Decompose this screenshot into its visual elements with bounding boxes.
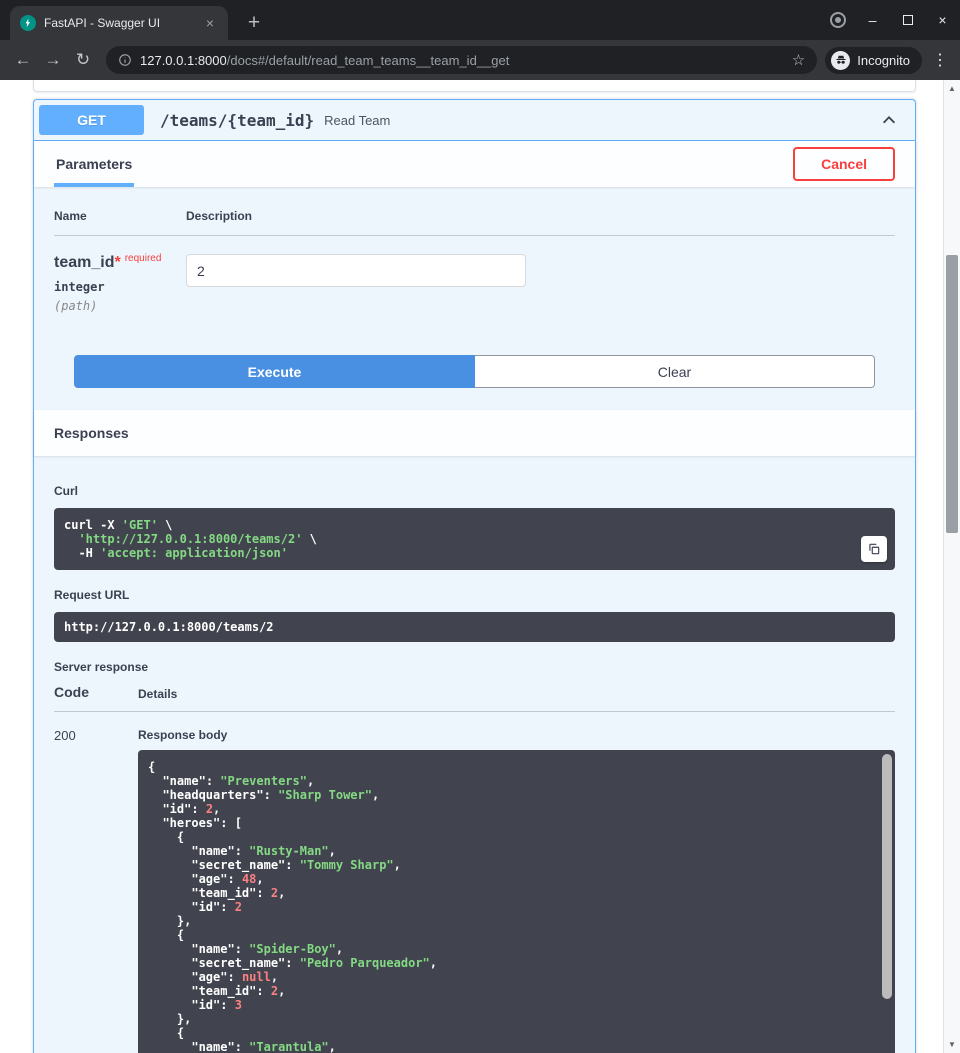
endpoint-path: /teams/{team_id}	[160, 111, 314, 130]
incognito-icon	[831, 51, 850, 70]
required-asterisk: *	[114, 254, 120, 271]
cancel-button[interactable]: Cancel	[793, 147, 895, 181]
scrollbar-up-arrow-icon[interactable]: ▲	[944, 84, 960, 93]
new-tab-button[interactable]: +	[242, 11, 266, 35]
collapse-chevron-icon[interactable]	[880, 111, 898, 129]
parameter-type: integer	[54, 280, 186, 294]
column-header-name: Name	[54, 209, 186, 236]
responses-header: Responses	[34, 410, 915, 456]
tab-close-icon[interactable]: ×	[202, 15, 218, 31]
browser-toolbar: ← → ↻ 127.0.0.1:8000/docs#/default/read_…	[0, 40, 960, 80]
browser-window: FastAPI - Swagger UI × + – × ← → ↻ 127.0…	[0, 0, 960, 80]
response-scrollbar-thumb[interactable]	[882, 754, 892, 999]
responses-section: Curl curl -X 'GET' \ 'http://127.0.0.1:8…	[34, 456, 915, 1053]
parameter-name: team_id	[54, 254, 114, 271]
page-scrollbar[interactable]: ▲ ▼	[943, 80, 960, 1053]
curl-code: curl -X 'GET' \ 'http://127.0.0.1:8000/t…	[64, 518, 885, 560]
response-details-cell: Response body { "name": "Preventers", "h…	[138, 712, 895, 1053]
operation-block-get-team: GET /teams/{team_id} Read Team Parameter…	[33, 99, 916, 1053]
address-bar[interactable]: 127.0.0.1:8000/docs#/default/read_team_t…	[106, 46, 817, 74]
incognito-badge: Incognito	[825, 47, 922, 74]
swagger-page: GET /teams/{team_id} Read Team Parameter…	[0, 80, 943, 1053]
maximize-button[interactable]	[890, 0, 925, 40]
tab-title: FastAPI - Swagger UI	[44, 16, 194, 30]
request-url-label: Request URL	[54, 588, 895, 602]
operation-summary[interactable]: GET /teams/{team_id} Read Team	[34, 100, 915, 141]
curl-command-block: curl -X 'GET' \ 'http://127.0.0.1:8000/t…	[54, 508, 895, 570]
site-info-icon[interactable]	[118, 53, 132, 67]
window-close-button[interactable]: ×	[925, 0, 960, 40]
incognito-label: Incognito	[857, 53, 910, 68]
url-path: /docs#/default/read_team_teams__team_id_…	[227, 53, 510, 68]
parameter-value-cell	[186, 236, 895, 313]
reload-icon[interactable]: ↻	[68, 45, 98, 75]
previous-section-bottom-edge	[33, 80, 916, 92]
column-header-code: Code	[54, 684, 138, 712]
responses-section-title: Responses	[54, 425, 129, 441]
scrollbar-down-arrow-icon[interactable]: ▼	[944, 1040, 960, 1049]
execute-button-group: Execute Clear	[54, 313, 895, 410]
required-label: required	[125, 253, 162, 264]
window-controls: – ×	[820, 0, 960, 40]
clear-button[interactable]: Clear	[475, 355, 875, 388]
response-body-block[interactable]: { "name": "Preventers", "headquarters": …	[138, 750, 895, 1053]
parameter-location: (path)	[54, 299, 186, 313]
http-method-badge: GET	[39, 105, 144, 135]
url-text: 127.0.0.1:8000/docs#/default/read_team_t…	[140, 53, 784, 68]
url-host: 127.0.0.1:8000	[140, 53, 227, 68]
minimize-button[interactable]: –	[855, 0, 890, 40]
page-scrollbar-thumb[interactable]	[946, 255, 958, 533]
request-url-value: http://127.0.0.1:8000/teams/2	[54, 612, 895, 642]
browser-status-icon[interactable]	[820, 0, 855, 40]
back-icon[interactable]: ←	[8, 45, 38, 75]
response-body-label: Response body	[138, 728, 895, 742]
parameters-header: Parameters Cancel	[34, 141, 915, 187]
bookmark-star-icon[interactable]: ☆	[792, 51, 805, 69]
response-body-code: { "name": "Preventers", "headquarters": …	[148, 760, 885, 1053]
browser-menu-icon[interactable]: ⋮	[928, 50, 952, 70]
parameters-tab-label: Parameters	[56, 156, 132, 172]
curl-label: Curl	[54, 484, 895, 498]
tab-strip: FastAPI - Swagger UI × + – ×	[0, 0, 960, 40]
endpoint-summary: Read Team	[324, 113, 390, 128]
parameters-table: Name Description team_id* required intege…	[34, 187, 915, 410]
parameter-name-cell: team_id* required integer (path)	[54, 236, 186, 313]
fastapi-favicon-icon	[20, 15, 36, 31]
browser-tab[interactable]: FastAPI - Swagger UI ×	[10, 6, 228, 40]
status-code: 200	[54, 712, 138, 1053]
column-header-description: Description	[186, 209, 895, 236]
team-id-input[interactable]	[186, 254, 526, 287]
tab-parameters[interactable]: Parameters	[54, 141, 134, 187]
server-response-label: Server response	[54, 660, 895, 674]
forward-icon[interactable]: →	[38, 45, 68, 75]
copy-button[interactable]	[861, 536, 887, 562]
column-header-details: Details	[138, 684, 895, 712]
execute-button[interactable]: Execute	[74, 355, 475, 388]
